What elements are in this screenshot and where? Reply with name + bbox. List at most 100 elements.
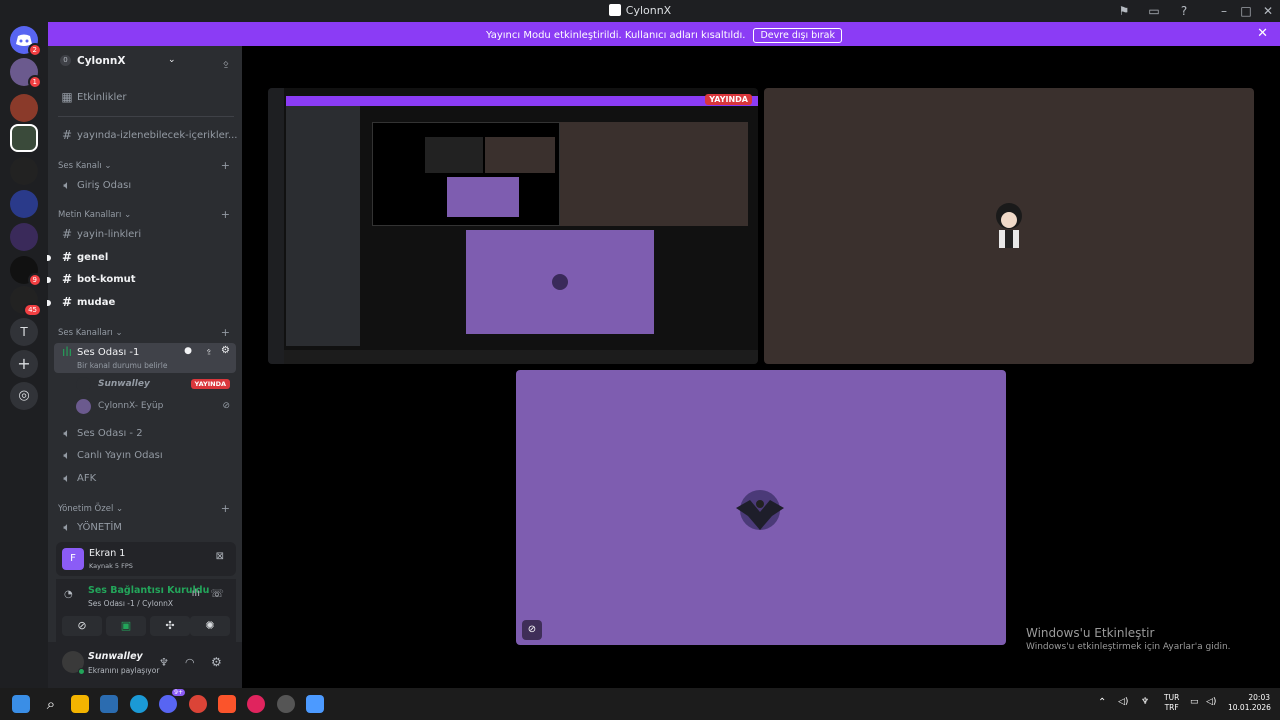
add-channel-icon[interactable]: + (221, 159, 230, 172)
mini-server-list (268, 88, 284, 364)
explore-icon[interactable]: ◎ (10, 382, 38, 410)
screen-share-card[interactable]: F Ekran 1 Kaynak 5 FPS ⊠ (56, 542, 236, 576)
speaker-icon: 🔈︎ (63, 448, 71, 462)
headphones-icon[interactable]: ◠ (185, 656, 195, 669)
store-icon[interactable] (100, 695, 118, 713)
anime-avatar-icon (996, 203, 1022, 248)
muted-icon[interactable]: ⊘ (522, 620, 542, 640)
server-icon[interactable]: 45 (10, 286, 42, 317)
disconnect-icon[interactable]: ☏ (210, 587, 224, 600)
channel-genel[interactable]: # genel (47, 248, 236, 268)
channel-sidebar: 0 CylonnX ⌄ ⍚ ▦ Etkinlikler # yayında-izle… (47, 46, 242, 688)
activities-button[interactable]: ✣ (150, 616, 190, 636)
voice-channel-afk[interactable]: 🔈︎ AFK (54, 469, 236, 489)
media-player-icon[interactable] (247, 695, 265, 713)
volume-icon[interactable]: ◁) (1206, 697, 1216, 707)
add-server-icon[interactable]: + (10, 350, 38, 378)
inbox-icon[interactable]: ⚑ (1116, 3, 1132, 19)
mini-nested-screen (372, 122, 560, 226)
server-icon-text[interactable]: T (10, 318, 38, 346)
voice-user[interactable]: CylonnX- Eyüp ⊘ (76, 398, 236, 416)
channel-bot-komut[interactable]: # bot-komut (47, 270, 236, 290)
add-channel-icon[interactable]: + (221, 326, 230, 339)
server-icon-active[interactable] (10, 124, 38, 152)
invite-icon[interactable]: ⍚ (207, 346, 212, 356)
online-status-icon (78, 668, 85, 675)
category-ses-kanallari[interactable]: Ses Kanalları ⌄ + (58, 326, 236, 342)
camera-off-button[interactable]: ⊘ (62, 616, 102, 636)
monitor-icon[interactable]: ▭ (1146, 3, 1162, 19)
speaker-tray-icon[interactable]: ◁) (1118, 697, 1128, 707)
help-icon[interactable]: ? (1176, 3, 1192, 19)
search-icon[interactable]: ⌕ (42, 695, 60, 713)
disable-streamer-mode-button[interactable]: Devre dışı bırak (753, 28, 843, 43)
start-icon[interactable] (12, 695, 30, 713)
server-icon[interactable] (10, 190, 38, 218)
voice-channel-ses-odasi-2[interactable]: 🔈︎ Ses Odası - 2 (54, 424, 236, 444)
file-explorer-icon[interactable] (71, 695, 89, 713)
screen-share-icon: ▣ (120, 619, 132, 632)
avatar (76, 377, 91, 392)
banner-close-icon[interactable]: ✕ (1257, 26, 1268, 41)
events-item[interactable]: ▦ Etkinlikler (54, 88, 236, 108)
speaker-icon: 🔈︎ (63, 426, 71, 440)
noise-suppression-icon[interactable]: ılı (192, 588, 200, 599)
signal-icon[interactable]: ◔ (64, 589, 73, 600)
chevron-up-icon[interactable]: ⌃ (1098, 697, 1106, 708)
network-icon[interactable]: ▭ (1190, 697, 1199, 707)
stream-area: YAYINDA ⊘ Windows'u Etkinleştir Windows'… (242, 46, 1280, 688)
server-icon[interactable] (10, 157, 38, 185)
server-icon[interactable]: 1 (10, 58, 42, 89)
clock[interactable]: 20:03 10.01.2026 (1228, 693, 1271, 713)
home-button[interactable]: 2 (10, 26, 42, 57)
minimize-button[interactable]: – (1216, 3, 1232, 19)
channel-yayin-linkleri[interactable]: # yayin-linkleri (54, 225, 236, 245)
channel-yayinda[interactable]: # yayında-izlenebilecek-içerikler... (54, 126, 238, 146)
stream-tile-purple[interactable]: ⊘ (516, 370, 1006, 645)
category-ses-kanali[interactable]: Ses Kanalı ⌄ + (58, 159, 236, 175)
stream-tile-screen[interactable]: YAYINDA (268, 88, 758, 364)
category-metin[interactable]: Metin Kanalları ⌄ + (58, 208, 236, 224)
channel-status[interactable]: Bir kanal durumu belirle (77, 361, 167, 370)
app-icon[interactable] (306, 695, 324, 713)
chat-icon[interactable]: ● (184, 346, 192, 356)
channel-mudae[interactable]: # mudae (47, 293, 236, 313)
calendar-icon: ▦ (61, 90, 73, 104)
screen-share-button[interactable]: ▣ (106, 616, 146, 636)
gear-icon[interactable]: ⚙ (221, 345, 230, 356)
add-channel-icon[interactable]: + (221, 208, 230, 221)
voice-channel-ses-odasi-1[interactable]: ılı Ses Odası -1 Bir kanal durumu belirl… (54, 343, 236, 373)
server-icon[interactable] (10, 94, 38, 122)
guild-header[interactable]: 0 CylonnX ⌄ ⍚ (48, 46, 242, 78)
stop-share-icon[interactable]: ⊠ (216, 551, 224, 562)
microphone-tray-icon[interactable]: ♆ (1141, 697, 1149, 707)
voice-channel-giris[interactable]: 🔈︎ Giriş Odası (54, 176, 236, 196)
taskbar: ⌕ 9+ ⌃ ◁) ♆ TUR TRF ▭ ◁) 20:03 10.01.2026 (0, 688, 1280, 720)
server-icon[interactable] (10, 223, 38, 251)
app-icon[interactable] (277, 695, 295, 713)
microphone-icon[interactable]: ♆ (159, 656, 169, 669)
username[interactable]: Sunwalley (88, 651, 143, 662)
app-logo-icon (608, 4, 621, 16)
chrome-icon[interactable] (189, 695, 207, 713)
voice-user[interactable]: Sunwalley YAYINDA (76, 376, 236, 394)
server-icon[interactable]: 9 (10, 256, 42, 287)
edge-icon[interactable] (130, 695, 148, 713)
discord-taskbar-icon[interactable]: 9+ (159, 689, 185, 713)
brave-icon[interactable] (218, 695, 236, 713)
maximize-button[interactable]: □ (1238, 3, 1254, 19)
invite-icon[interactable]: ⍚ (223, 55, 230, 70)
voice-channel-path[interactable]: Ses Odası -1 / CylonnX (88, 599, 173, 608)
voice-channel-canli-yayin[interactable]: 🔈︎ Canlı Yayın Odası (54, 446, 236, 466)
close-window-button[interactable]: ✕ (1260, 3, 1276, 19)
settings-gear-icon[interactable]: ⚙ (211, 655, 222, 669)
chevron-down-icon: ⌄ (115, 328, 123, 338)
crow-icon (552, 274, 568, 290)
language-indicator[interactable]: TUR TRF (1164, 693, 1179, 713)
streamer-mode-banner: Yayıncı Modu etkinleştirildi. Kullanıcı … (48, 22, 1280, 46)
add-channel-icon[interactable]: + (221, 502, 230, 515)
category-yonetim[interactable]: Yönetim Özel ⌄ + (58, 502, 236, 518)
stream-tile-avatar[interactable] (764, 88, 1254, 364)
voice-channel-yonetim[interactable]: 🔈︎ YÖNETİM (54, 518, 236, 538)
soundboard-button[interactable]: ✺ (190, 616, 230, 636)
